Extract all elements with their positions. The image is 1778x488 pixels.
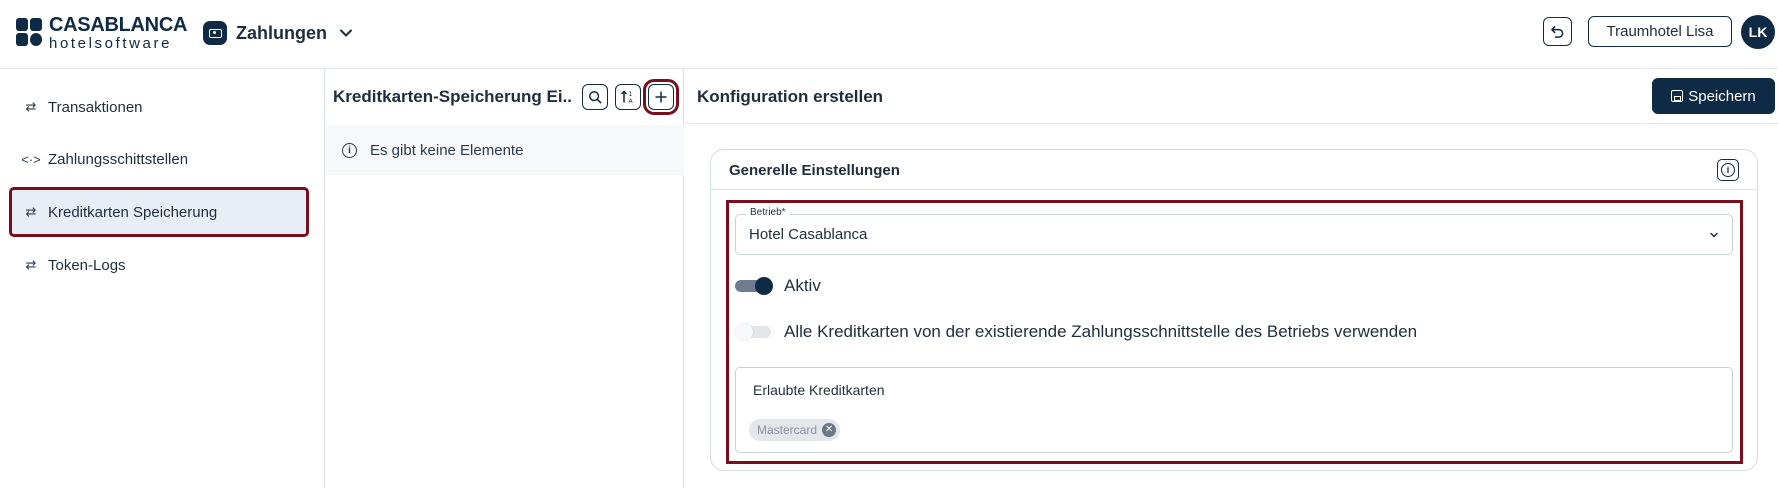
svg-text:A: A	[629, 98, 634, 105]
sidebar-item-transaktionen[interactable]: ⇄ Transaktionen	[12, 85, 306, 129]
sidebar-item-kreditkarten-speicherung[interactable]: ⇄ Kreditkarten Speicherung	[9, 187, 309, 237]
undo-button[interactable]	[1543, 17, 1572, 46]
sidebar-item-label: Zahlungsschittstellen	[48, 150, 189, 168]
existing-cards-toggle-row: Alle Kreditkarten von der existierende Z…	[735, 320, 1417, 344]
sidebar: ⇄ Transaktionen <·> Zahlungsschittstelle…	[0, 69, 325, 488]
sidebar-item-token-logs[interactable]: ⇄ Token-Logs	[12, 243, 306, 287]
save-button-label: Speichern	[1688, 87, 1756, 105]
avatar[interactable]: LK	[1741, 15, 1775, 49]
info-icon: i	[342, 142, 357, 158]
sort-icon: 1 A	[620, 90, 634, 105]
card-info-button[interactable]: i	[1717, 159, 1739, 181]
module-label: Zahlungen	[236, 22, 327, 43]
sidebar-item-label: Token-Logs	[48, 256, 126, 274]
sidebar-item-label: Transaktionen	[48, 98, 143, 116]
sidebar-item-label: Kreditkarten Speicherung	[48, 203, 218, 221]
undo-icon	[1551, 26, 1564, 38]
search-icon	[589, 91, 602, 104]
existing-cards-toggle[interactable]	[735, 323, 773, 341]
module-switcher[interactable]: Zahlungen	[203, 19, 353, 47]
top-bar: CASABLANCA hotelsoftware Zahlungen Traum…	[0, 0, 1778, 69]
aktiv-toggle-row: Aktiv	[735, 274, 821, 298]
list-title: Kreditkarten-Speicherung Ei..	[333, 87, 572, 106]
save-icon	[1671, 90, 1684, 102]
sort-button[interactable]: 1 A	[615, 84, 641, 110]
existing-cards-label: Alle Kreditkarten von der existierende Z…	[784, 322, 1418, 341]
casablanca-logo[interactable]: CASABLANCA hotelsoftware	[16, 14, 188, 52]
logo-title: CASABLANCA	[49, 14, 188, 36]
list-panel: Kreditkarten-Speicherung Ei.. 1 A i Es g…	[326, 69, 684, 488]
close-icon[interactable]: ✕	[822, 423, 837, 437]
hotel-selector-button[interactable]: Traumhotel Lisa	[1588, 16, 1732, 47]
logo-mark-icon	[16, 18, 43, 48]
code-arrows-icon: <·>	[21, 151, 41, 167]
sidebar-item-zahlungsschnittstellen[interactable]: <·> Zahlungsschittstellen	[12, 137, 306, 181]
card-header: Generelle Einstellungen i	[711, 150, 1757, 190]
svg-text:1: 1	[629, 91, 633, 98]
info-icon: i	[1721, 163, 1735, 177]
chevron-down-icon	[339, 26, 353, 40]
plus-icon	[655, 91, 667, 103]
aktiv-toggle[interactable]	[735, 277, 773, 295]
betrieb-label: Betrieb*	[746, 207, 790, 218]
allowed-cards-label: Erlaubte Kreditkarten	[753, 382, 885, 398]
betrieb-select[interactable]: Betrieb* Hotel Casablanca	[735, 207, 1733, 255]
allowed-cards-field[interactable]: Erlaubte Kreditkarten Mastercard ✕	[735, 367, 1733, 453]
save-button[interactable]: Speichern	[1652, 78, 1775, 114]
add-button[interactable]	[643, 79, 679, 115]
betrieb-value: Hotel Casablanca	[749, 226, 868, 243]
detail-header: Konfiguration erstellen Speichern	[685, 69, 1778, 124]
list-header: Kreditkarten-Speicherung Ei.. 1 A	[326, 69, 684, 124]
aktiv-label: Aktiv	[784, 276, 821, 295]
empty-state-row: i Es gibt keine Elemente	[326, 125, 684, 175]
card-title: Generelle Einstellungen	[729, 162, 900, 179]
swap-arrows-icon: ⇄	[25, 204, 37, 219]
chevron-down-icon	[1710, 232, 1718, 238]
chip-label: Mastercard	[757, 423, 818, 437]
card-chip-mastercard: Mastercard ✕	[749, 419, 841, 441]
payment-icon	[203, 21, 227, 45]
swap-arrows-icon: ⇄	[25, 99, 37, 114]
logo-subtitle: hotelsoftware	[49, 35, 173, 52]
swap-arrows-icon: ⇄	[25, 257, 37, 272]
empty-state-message: Es gibt keine Elemente	[370, 141, 524, 159]
page-title: Konfiguration erstellen	[697, 87, 884, 106]
search-button[interactable]	[582, 84, 608, 110]
